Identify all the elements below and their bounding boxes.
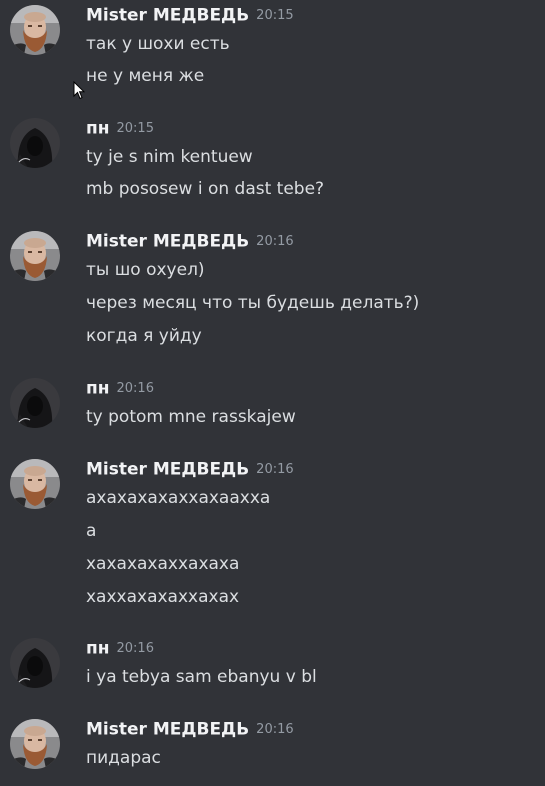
timestamp[interactable]: 20:16 [256,722,293,737]
timestamp[interactable]: 20:15 [117,121,154,136]
message-header: Mister МЕДВЕДЬ 20:15 [86,5,294,31]
username[interactable]: Mister МЕДВЕДЬ [86,720,249,740]
timestamp[interactable]: 20:16 [117,641,154,656]
username[interactable]: пн [86,379,110,399]
message-text: когда я уйду [86,326,202,346]
chat-message-list: Mister МЕДВЕДЬ 20:15 так у шохи есть не у… [0,0,545,786]
message-text: хаххахахаххахах [86,587,240,607]
bearded-man-avatar-icon [10,459,60,509]
message-text: i ya tebya sam ebanyu v bl [86,667,317,687]
message-text: ty potom mne rasskajew [86,407,296,427]
message-text: так у шохи есть [86,34,230,54]
mouse-cursor-icon [73,80,86,104]
message-header: пн 20:16 [86,638,154,664]
message-text: а [86,521,97,541]
bearded-man-avatar-icon [10,719,60,769]
message-header: Mister МЕДВЕДЬ 20:16 [86,719,294,745]
avatar[interactable] [10,378,60,428]
message-header: Mister МЕДВЕДЬ 20:16 [86,231,294,257]
avatar[interactable] [10,118,60,168]
message-text: ты шо охуел) [86,260,205,280]
bearded-man-avatar-icon [10,231,60,281]
avatar[interactable] [10,459,60,509]
hooded-figure-avatar-icon [10,638,60,688]
timestamp[interactable]: 20:16 [256,462,293,477]
avatar[interactable] [10,719,60,769]
avatar[interactable] [10,231,60,281]
username[interactable]: Mister МЕДВЕДЬ [86,460,249,480]
username[interactable]: пн [86,119,110,139]
username[interactable]: пн [86,639,110,659]
bearded-man-avatar-icon [10,5,60,55]
username[interactable]: Mister МЕДВЕДЬ [86,232,249,252]
timestamp[interactable]: 20:16 [117,381,154,396]
hooded-figure-avatar-icon [10,118,60,168]
avatar[interactable] [10,5,60,55]
timestamp[interactable]: 20:16 [256,234,293,249]
message-text: ахахахахаххахаахха [86,488,271,508]
message-text: через месяц что ты будешь делать?) [86,293,420,313]
message-text: ty je s nim kentuew [86,147,253,167]
username[interactable]: Mister МЕДВЕДЬ [86,6,249,26]
message-text: пидарас [86,748,161,768]
avatar[interactable] [10,638,60,688]
timestamp[interactable]: 20:15 [256,8,293,23]
message-text: не у меня же [86,66,205,86]
message-header: пн 20:15 [86,118,154,144]
message-header: пн 20:16 [86,378,154,404]
hooded-figure-avatar-icon [10,378,60,428]
message-header: Mister МЕДВЕДЬ 20:16 [86,459,294,485]
message-text: mb pososew i on dast tebe? [86,179,325,199]
message-text: хахахахаххахаха [86,554,240,574]
